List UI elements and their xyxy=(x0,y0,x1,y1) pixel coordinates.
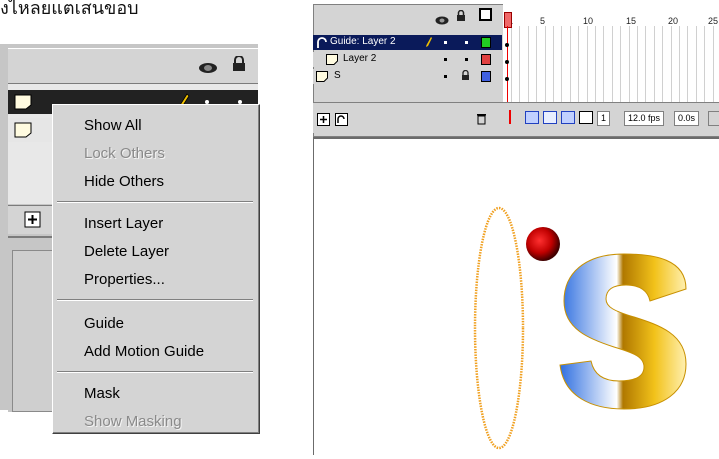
keyframe-dot[interactable] xyxy=(505,77,509,81)
layer-name: S xyxy=(334,70,341,81)
add-guide-icon[interactable] xyxy=(335,111,348,130)
frame-column xyxy=(527,26,529,106)
frame-number: 10 xyxy=(583,16,594,26)
visible-dot-icon[interactable] xyxy=(444,75,447,78)
frame-column xyxy=(511,26,512,106)
layer-icon xyxy=(316,71,328,85)
frame-column xyxy=(519,26,521,106)
frame-number: 15 xyxy=(626,16,637,26)
frames-grid[interactable]: 1 5 10 15 20 25 xyxy=(503,4,719,106)
lock-icon[interactable] xyxy=(461,69,470,84)
layer-name: Layer 2 xyxy=(343,53,377,64)
visible-dot-icon[interactable] xyxy=(444,58,447,61)
menu-item-lock-others: Lock Others xyxy=(84,145,165,162)
layer-icon xyxy=(326,54,338,68)
layer-color-swatch[interactable] xyxy=(481,37,491,48)
fps-field[interactable]: 12.0 fps xyxy=(624,111,665,126)
stage[interactable] xyxy=(313,137,719,455)
menu-separator xyxy=(57,201,253,203)
frame-column xyxy=(578,26,580,106)
frame-column xyxy=(536,26,538,106)
timeline-layer-row-guide[interactable]: Guide: Layer 2 xyxy=(313,35,502,50)
menu-item-delete-layer[interactable]: Delete Layer xyxy=(84,243,169,260)
menu-item-properties[interactable]: Properties... xyxy=(84,271,165,288)
insert-layer-icon[interactable] xyxy=(317,111,330,130)
lock-icon[interactable] xyxy=(232,55,246,76)
frame-column xyxy=(687,26,689,106)
layer-icon xyxy=(14,122,32,142)
outline-icon[interactable] xyxy=(479,8,492,21)
guide-icon xyxy=(316,36,328,52)
layer-name: Guide: Layer 2 xyxy=(330,36,396,47)
onion-skin-icon[interactable] xyxy=(525,111,539,124)
menu-separator xyxy=(57,299,253,301)
current-frame-field: 1 xyxy=(597,111,611,126)
letter-s-shape xyxy=(559,253,687,410)
frame-column xyxy=(712,26,714,106)
frame-column xyxy=(620,26,622,106)
edit-multiple-icon[interactable] xyxy=(561,111,575,124)
lock-dot-icon[interactable] xyxy=(465,58,468,61)
layer-panel-header xyxy=(8,48,258,84)
frame-column xyxy=(662,26,664,106)
pencil-icon xyxy=(425,36,433,51)
visible-dot-icon[interactable] xyxy=(444,41,447,44)
frame-column xyxy=(628,26,630,106)
layer-color-swatch[interactable] xyxy=(481,71,491,82)
timeline-layer-row[interactable]: Layer 2 xyxy=(313,52,502,67)
onion-markers-icon[interactable] xyxy=(579,111,593,124)
menu-item-add-motion-guide[interactable]: Add Motion Guide xyxy=(84,343,204,360)
playhead-line xyxy=(507,26,508,106)
frame-column xyxy=(704,26,706,106)
frame-column xyxy=(603,26,605,106)
frame-column xyxy=(679,26,680,106)
frame-column xyxy=(695,26,697,106)
frame-column xyxy=(544,26,546,106)
layer-context-menu: Show All Lock Others Hide Others Insert … xyxy=(52,104,260,434)
header-text: งไหลยแตเสนขอบ xyxy=(0,0,139,19)
layer-color-swatch[interactable] xyxy=(481,54,491,65)
scroll-left-icon[interactable] xyxy=(708,111,719,126)
menu-separator xyxy=(57,371,253,373)
time-field: 0.0s xyxy=(674,111,700,126)
menu-item-show-all[interactable]: Show All xyxy=(84,117,142,134)
frame-column xyxy=(595,26,596,106)
red-ball xyxy=(526,227,560,261)
frame-column xyxy=(670,26,672,106)
frame-column xyxy=(645,26,647,106)
center-frame-icon[interactable] xyxy=(509,110,519,124)
layer-icon xyxy=(14,94,32,114)
motion-guide-ellipse xyxy=(473,206,525,450)
frame-column xyxy=(553,26,554,106)
playhead[interactable] xyxy=(504,12,512,28)
frame-column xyxy=(611,26,613,106)
frame-column xyxy=(561,26,563,106)
stage-canvas xyxy=(473,206,687,450)
eye-icon[interactable] xyxy=(198,59,217,73)
menu-item-mask[interactable]: Mask xyxy=(84,385,120,402)
onion-outline-icon[interactable] xyxy=(543,111,557,124)
timeline-layer-row[interactable]: S xyxy=(313,69,502,84)
keyframe-dot[interactable] xyxy=(505,43,509,47)
keyframe-dot[interactable] xyxy=(505,60,509,64)
frame-column xyxy=(637,26,638,106)
frame-column xyxy=(569,26,571,106)
menu-item-hide-others[interactable]: Hide Others xyxy=(84,173,164,190)
frame-number: 5 xyxy=(540,16,546,26)
lock-icon[interactable] xyxy=(456,7,466,26)
eye-icon[interactable] xyxy=(435,10,449,29)
frame-column xyxy=(586,26,588,106)
frame-column xyxy=(653,26,655,106)
menu-item-guide[interactable]: Guide xyxy=(84,315,124,332)
insert-layer-icon[interactable] xyxy=(24,211,42,233)
frame-number: 20 xyxy=(668,16,679,26)
lock-dot-icon[interactable] xyxy=(465,41,468,44)
trash-icon[interactable] xyxy=(476,110,487,129)
menu-item-insert-layer[interactable]: Insert Layer xyxy=(84,215,163,232)
menu-item-show-masking: Show Masking xyxy=(84,413,182,430)
frame-number: 25 xyxy=(708,16,719,26)
